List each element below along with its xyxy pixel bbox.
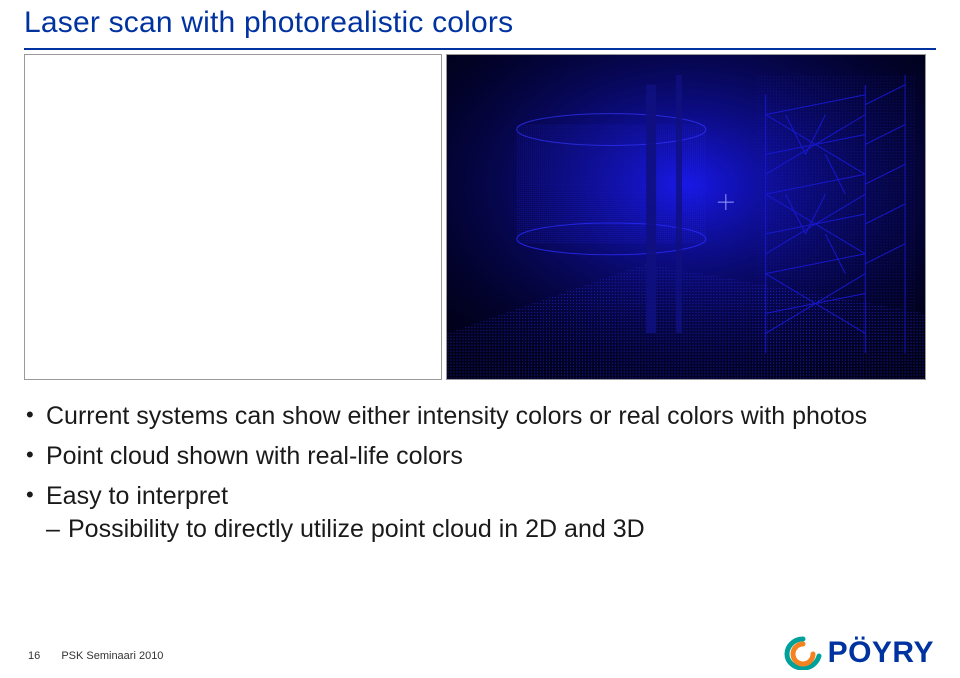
footer-event: PSK Seminaari 2010 (61, 650, 163, 662)
bullet-list: Current systems can show either intensit… (24, 400, 936, 547)
point-cloud-illustration (447, 55, 925, 379)
bullet-item: Easy to interpret Possibility to directl… (24, 480, 936, 548)
sub-bullet-list: Possibility to directly utilize point cl… (46, 513, 936, 547)
images-row (24, 54, 936, 380)
page-number: 16 (28, 650, 40, 662)
bullet-item: Point cloud shown with real-life colors (24, 440, 936, 474)
slide-title: Laser scan with photorealistic colors (24, 0, 936, 46)
brand-logo-text: PÖYRY (828, 636, 934, 670)
title-underline (24, 48, 936, 50)
bullet-text: Point cloud shown with real-life colors (46, 442, 463, 470)
bullet-text: Current systems can show either intensit… (46, 402, 867, 430)
slide-root: Laser scan with photorealistic colors (0, 0, 960, 678)
sub-bullet-text: Possibility to directly utilize point cl… (68, 515, 645, 543)
brand-logo: PÖYRY (784, 636, 934, 670)
footer: 16 PSK Seminaari 2010 (28, 650, 163, 662)
sub-bullet-item: Possibility to directly utilize point cl… (46, 513, 936, 547)
bullet-item: Current systems can show either intensit… (24, 400, 936, 434)
image-right-point-cloud (446, 54, 926, 380)
swirl-icon (784, 636, 822, 670)
bullet-text: Easy to interpret (46, 482, 228, 510)
image-left-placeholder (24, 54, 442, 380)
